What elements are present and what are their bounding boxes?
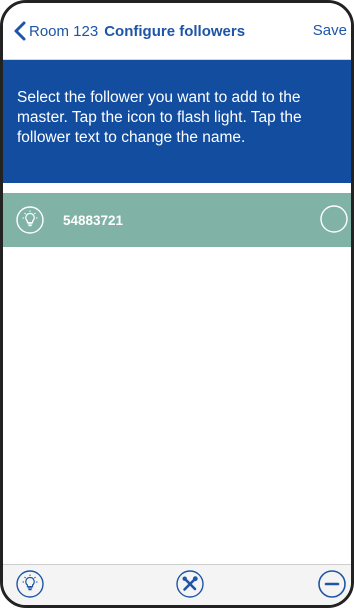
bottom-toolbar xyxy=(3,564,351,605)
phone-frame: Room 123 Configure followers Save Select… xyxy=(0,0,354,608)
flash-light-button[interactable] xyxy=(15,569,45,599)
page-title: Configure followers xyxy=(104,22,246,40)
separator xyxy=(3,183,351,193)
chevron-left-icon xyxy=(14,21,26,41)
tools-icon xyxy=(176,570,204,598)
follower-item[interactable]: 54883721 xyxy=(3,193,351,247)
navigation-bar: Room 123 Configure followers Save xyxy=(3,3,351,60)
save-button[interactable]: Save xyxy=(313,22,347,39)
back-label: Room 123 xyxy=(29,22,99,40)
radio-unselected-icon[interactable] xyxy=(319,204,349,234)
follower-name[interactable]: 54883721 xyxy=(63,213,123,228)
lightbulb-icon xyxy=(16,570,44,598)
remove-icon xyxy=(318,570,346,598)
instruction-text: Select the follower you want to add to t… xyxy=(17,89,302,146)
lightbulb-icon[interactable] xyxy=(15,205,45,235)
instruction-banner: Select the follower you want to add to t… xyxy=(3,60,351,183)
back-button[interactable]: Room 123 xyxy=(13,21,98,41)
settings-button[interactable] xyxy=(175,569,205,599)
remove-button[interactable] xyxy=(317,569,347,599)
